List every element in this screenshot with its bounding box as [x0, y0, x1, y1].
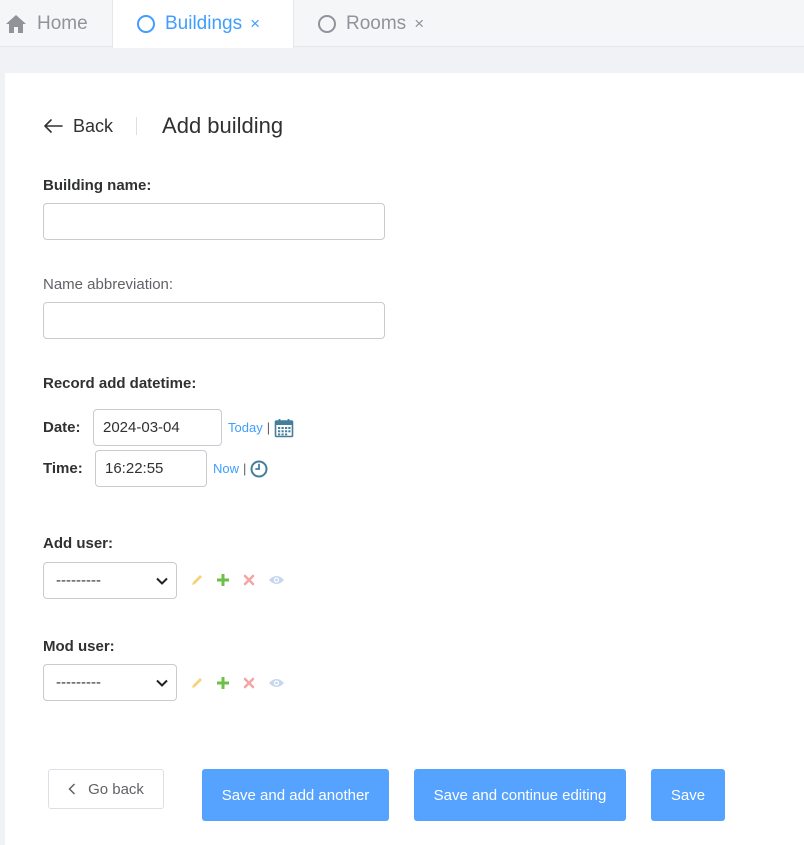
today-link[interactable]: Today [228, 420, 263, 435]
building-name-label: Building name: [43, 177, 152, 194]
back-label: Back [73, 115, 114, 136]
add-user-select[interactable]: --------- [43, 562, 177, 599]
save-and-continue-editing-button[interactable]: Save and continue editing [414, 769, 626, 821]
mod-user-label: Mod user: [43, 638, 115, 655]
save-button[interactable]: Save [651, 769, 725, 821]
plus-icon[interactable] [216, 676, 230, 690]
chevron-down-icon [156, 577, 168, 585]
time-separator: | [243, 461, 247, 476]
date-label: Date: [43, 419, 81, 436]
add-user-actions [190, 573, 285, 587]
chevron-down-icon [156, 679, 168, 687]
pencil-icon[interactable] [190, 573, 204, 587]
date-separator: | [266, 420, 271, 435]
eye-icon[interactable] [268, 676, 285, 690]
save-and-add-another-button[interactable]: Save and add another [202, 769, 389, 821]
tab-rooms[interactable]: Rooms × [294, 0, 444, 47]
date-input[interactable] [93, 409, 222, 446]
chevron-left-icon [68, 783, 76, 795]
time-label: Time: [43, 460, 83, 477]
plus-icon[interactable] [216, 573, 230, 587]
mod-user-actions [190, 676, 285, 690]
time-input[interactable] [95, 450, 207, 487]
mod-user-selected-value: --------- [56, 674, 101, 691]
date-row: Date: Today | [43, 409, 294, 446]
name-abbreviation-input[interactable] [43, 302, 385, 339]
record-add-datetime-label: Record add datetime: [43, 375, 197, 392]
time-row: Time: Now | [43, 450, 268, 487]
close-icon[interactable]: × [414, 14, 424, 34]
back-link[interactable]: Back [43, 116, 113, 137]
circle-icon [137, 15, 155, 33]
name-abbreviation-label: Name abbreviation: [43, 276, 174, 293]
building-name-input[interactable] [43, 203, 385, 240]
tab-home-label: Home [37, 12, 88, 34]
tab-buildings[interactable]: Buildings × [112, 0, 294, 48]
home-icon [6, 14, 26, 33]
delete-icon[interactable] [242, 676, 256, 690]
tab-rooms-label: Rooms [346, 12, 407, 34]
header-divider [136, 117, 138, 135]
calendar-icon[interactable] [274, 418, 294, 438]
go-back-button[interactable]: Go back [48, 769, 164, 809]
page-title: Add building [162, 113, 284, 138]
close-icon[interactable]: × [250, 14, 260, 34]
tab-bar: Home Buildings × Rooms × [0, 0, 804, 48]
tab-buildings-label: Buildings [165, 13, 243, 34]
pencil-icon[interactable] [190, 676, 204, 690]
add-user-label: Add user: [43, 535, 114, 552]
circle-icon [318, 14, 336, 33]
clock-icon[interactable] [250, 460, 268, 478]
page-header: Back Add building [43, 113, 283, 139]
tab-home[interactable]: Home [0, 0, 112, 47]
now-link[interactable]: Now [213, 461, 239, 476]
form-card: Back Add building Building name: Name ab… [5, 73, 804, 845]
mod-user-select[interactable]: --------- [43, 664, 177, 701]
go-back-label: Go back [88, 780, 144, 798]
eye-icon[interactable] [268, 573, 285, 587]
arrow-left-icon [44, 119, 63, 133]
add-user-selected-value: --------- [56, 572, 101, 589]
delete-icon[interactable] [242, 573, 256, 587]
